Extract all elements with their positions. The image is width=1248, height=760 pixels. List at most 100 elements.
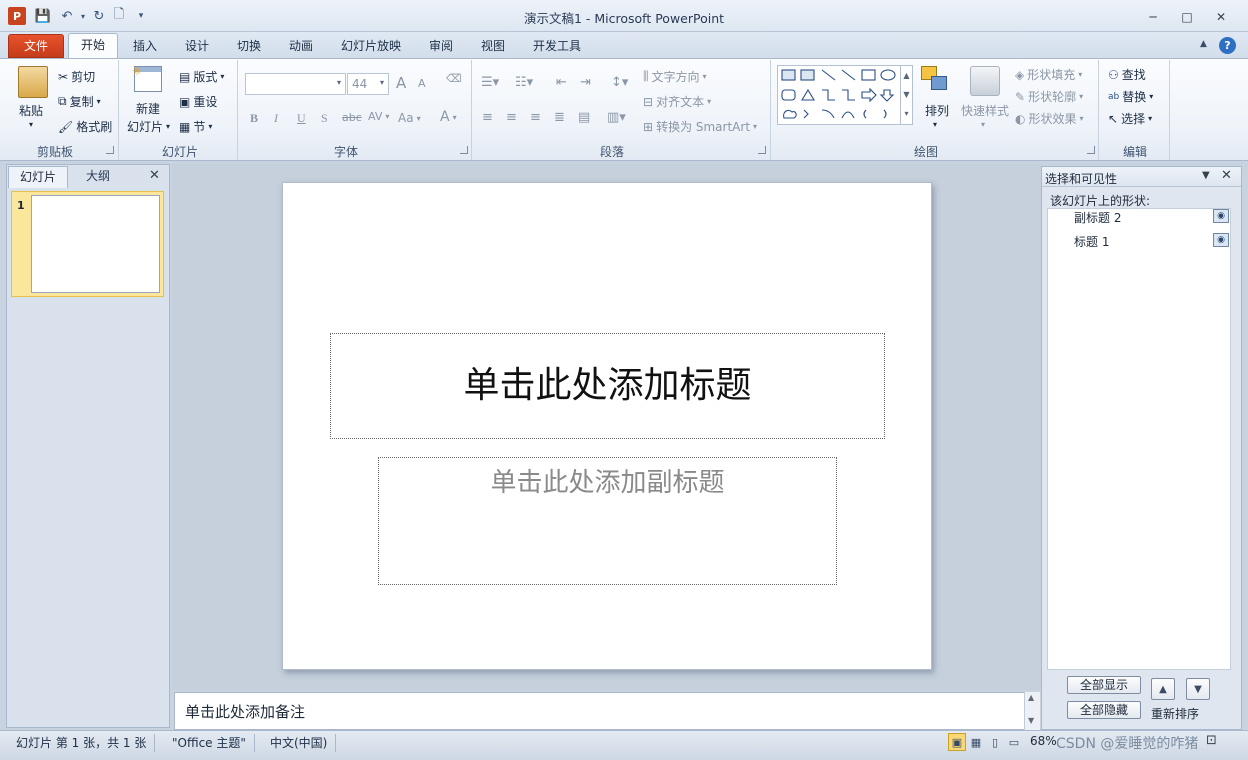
layout-button[interactable]: ▤ 版式 ▾ bbox=[179, 68, 224, 85]
pane-close-icon[interactable]: ✕ bbox=[1221, 168, 1232, 183]
list-item[interactable]: 标题 1 bbox=[1074, 233, 1109, 250]
tab-slideshow[interactable]: 幻灯片放映 bbox=[332, 36, 410, 58]
shrink-font-button[interactable]: A bbox=[418, 77, 426, 90]
pane-options-icon[interactable]: ▼ bbox=[1202, 170, 1210, 181]
drawing-launcher-icon[interactable] bbox=[1087, 146, 1095, 154]
reset-button[interactable]: ▣ 重设 bbox=[179, 93, 217, 110]
tab-file[interactable]: 文件 bbox=[8, 34, 64, 58]
decrease-indent-icon[interactable]: ⇤ bbox=[556, 75, 567, 90]
shadow-button[interactable]: S bbox=[321, 111, 328, 126]
tab-design[interactable]: 设计 bbox=[176, 36, 218, 58]
find-button[interactable]: ⚇ 查找 bbox=[1108, 66, 1146, 83]
quick-styles-dropdown-icon[interactable]: ▾ bbox=[981, 120, 985, 129]
new-slide-label-1[interactable]: 新建 bbox=[136, 100, 160, 117]
tab-home[interactable]: 开始 bbox=[68, 33, 118, 59]
align-center-icon[interactable]: ≡ bbox=[506, 110, 517, 125]
status-theme[interactable]: "Office 主题" bbox=[164, 734, 255, 752]
increase-indent-icon[interactable]: ⇥ bbox=[580, 75, 591, 90]
smartart-button[interactable]: ⊞ 转换为 SmartArt ▾ bbox=[643, 118, 757, 135]
replace-button[interactable]: ab 替换 ▾ bbox=[1108, 88, 1153, 105]
tab-animations[interactable]: 动画 bbox=[280, 36, 322, 58]
notes-scrollbar[interactable]: ▲ ▼ bbox=[1024, 692, 1040, 730]
strikethrough-button[interactable]: abc bbox=[342, 111, 362, 124]
slide-sorter-icon[interactable]: ▦ bbox=[967, 733, 985, 751]
clear-formatting-icon[interactable]: ⌫ bbox=[446, 72, 466, 92]
arrange-button[interactable]: 排列 bbox=[925, 102, 949, 119]
font-name-combo[interactable] bbox=[245, 73, 346, 95]
tab-transitions[interactable]: 切换 bbox=[228, 36, 270, 58]
title-placeholder[interactable]: 单击此处添加标题 bbox=[330, 333, 885, 439]
paste-button[interactable]: 粘贴 bbox=[19, 102, 43, 119]
arrange-icon[interactable] bbox=[921, 66, 951, 96]
bold-button[interactable]: B bbox=[250, 111, 258, 126]
scroll-up-icon[interactable]: ▲ bbox=[1028, 693, 1034, 702]
hide-all-button[interactable]: 全部隐藏 bbox=[1067, 701, 1141, 719]
quick-styles-button[interactable]: 快速样式 bbox=[961, 102, 1009, 119]
italic-button[interactable]: I bbox=[274, 111, 278, 126]
notes-pane[interactable]: 单击此处添加备注 bbox=[174, 692, 1040, 730]
format-painter-button[interactable]: 🖌 格式刷 bbox=[58, 118, 112, 135]
underline-button[interactable]: U bbox=[297, 111, 306, 126]
visibility-eye-icon[interactable]: ◉ bbox=[1213, 233, 1229, 247]
shapes-gallery-scroll[interactable]: ▲ ▼ ▾ bbox=[900, 66, 912, 124]
maximize-button[interactable]: □ bbox=[1174, 8, 1200, 26]
close-button[interactable]: ✕ bbox=[1208, 8, 1234, 26]
move-down-icon[interactable]: ▼ bbox=[1186, 678, 1210, 700]
scroll-down-icon[interactable]: ▼ bbox=[1028, 716, 1034, 725]
line-spacing-icon[interactable]: ↕▾ bbox=[611, 75, 628, 90]
shapes-gallery[interactable] bbox=[777, 65, 913, 125]
font-launcher-icon[interactable] bbox=[460, 146, 468, 154]
ribbon-collapse-icon[interactable]: ▲ bbox=[1200, 39, 1207, 49]
slideshow-view-icon[interactable]: ▭ bbox=[1005, 733, 1023, 751]
tab-outline[interactable]: 大纲 bbox=[70, 166, 126, 188]
move-up-icon[interactable]: ▲ bbox=[1151, 678, 1175, 700]
tab-developer[interactable]: 开发工具 bbox=[524, 36, 590, 58]
numbering-icon[interactable]: ☷▾ bbox=[515, 75, 533, 90]
fit-to-window-icon[interactable]: ⊡ bbox=[1206, 733, 1224, 751]
shape-fill-button[interactable]: ◈ 形状填充 ▾ bbox=[1015, 66, 1082, 83]
cut-button[interactable]: ✂ 剪切 bbox=[58, 68, 95, 85]
justify-icon[interactable]: ≣ bbox=[554, 110, 565, 125]
font-color-button[interactable]: A ▾ bbox=[440, 109, 457, 125]
minimize-button[interactable]: ─ bbox=[1140, 8, 1166, 26]
paragraph-launcher-icon[interactable] bbox=[758, 146, 766, 154]
status-language[interactable]: 中文(中国) bbox=[262, 734, 337, 752]
change-case-button[interactable]: Aa ▾ bbox=[398, 111, 421, 125]
list-item[interactable]: 副标题 2 bbox=[1074, 209, 1121, 226]
shape-outline-button[interactable]: ✎ 形状轮廓 ▾ bbox=[1015, 88, 1083, 105]
character-spacing-button[interactable]: AV ▾ bbox=[368, 110, 389, 123]
show-all-button[interactable]: 全部显示 bbox=[1067, 676, 1141, 694]
copy-button[interactable]: ⧉ 复制 ▾ bbox=[58, 93, 101, 110]
clipboard-launcher-icon[interactable] bbox=[106, 146, 114, 154]
font-size-dropdown-icon[interactable]: ▾ bbox=[380, 78, 384, 87]
reading-view-icon[interactable]: ▯ bbox=[986, 733, 1004, 751]
section-button[interactable]: ▦ 节 ▾ bbox=[179, 118, 212, 135]
panel-close-icon[interactable]: ✕ bbox=[149, 168, 160, 183]
align-text-button[interactable]: ⊟ 对齐文本 ▾ bbox=[643, 93, 711, 110]
align-right-icon[interactable]: ≡ bbox=[530, 110, 541, 125]
distributed-icon[interactable]: ▤ bbox=[578, 110, 590, 125]
subtitle-placeholder[interactable]: 单击此处添加副标题 bbox=[378, 457, 837, 585]
help-icon[interactable]: ? bbox=[1219, 37, 1236, 54]
slide-thumbnail[interactable] bbox=[31, 195, 160, 293]
zoom-level[interactable]: 68% bbox=[1030, 734, 1057, 748]
tab-insert[interactable]: 插入 bbox=[124, 36, 166, 58]
paste-icon[interactable] bbox=[18, 66, 48, 98]
font-name-dropdown-icon[interactable]: ▾ bbox=[337, 78, 341, 87]
tab-review[interactable]: 审阅 bbox=[420, 36, 462, 58]
select-button[interactable]: ↖ 选择 ▾ bbox=[1108, 110, 1152, 127]
quick-styles-icon[interactable] bbox=[970, 66, 1000, 96]
text-direction-button[interactable]: ⫼ 文字方向 ▾ bbox=[643, 68, 707, 85]
shape-effects-button[interactable]: ◐ 形状效果 ▾ bbox=[1015, 110, 1084, 127]
paste-dropdown-icon[interactable]: ▾ bbox=[29, 120, 33, 129]
bullets-icon[interactable]: ☰▾ bbox=[481, 75, 499, 90]
grow-font-button[interactable]: A bbox=[396, 74, 406, 92]
arrange-dropdown-icon[interactable]: ▾ bbox=[933, 120, 937, 129]
columns-icon[interactable]: ▥▾ bbox=[607, 110, 626, 125]
visibility-eye-icon[interactable]: ◉ bbox=[1213, 209, 1229, 223]
new-slide-button[interactable]: 幻灯片 ▾ bbox=[127, 118, 170, 135]
tab-slides[interactable]: 幻灯片 bbox=[8, 166, 68, 188]
align-left-icon[interactable]: ≡ bbox=[482, 110, 493, 125]
normal-view-icon[interactable]: ▣ bbox=[948, 733, 966, 751]
tab-view[interactable]: 视图 bbox=[472, 36, 514, 58]
